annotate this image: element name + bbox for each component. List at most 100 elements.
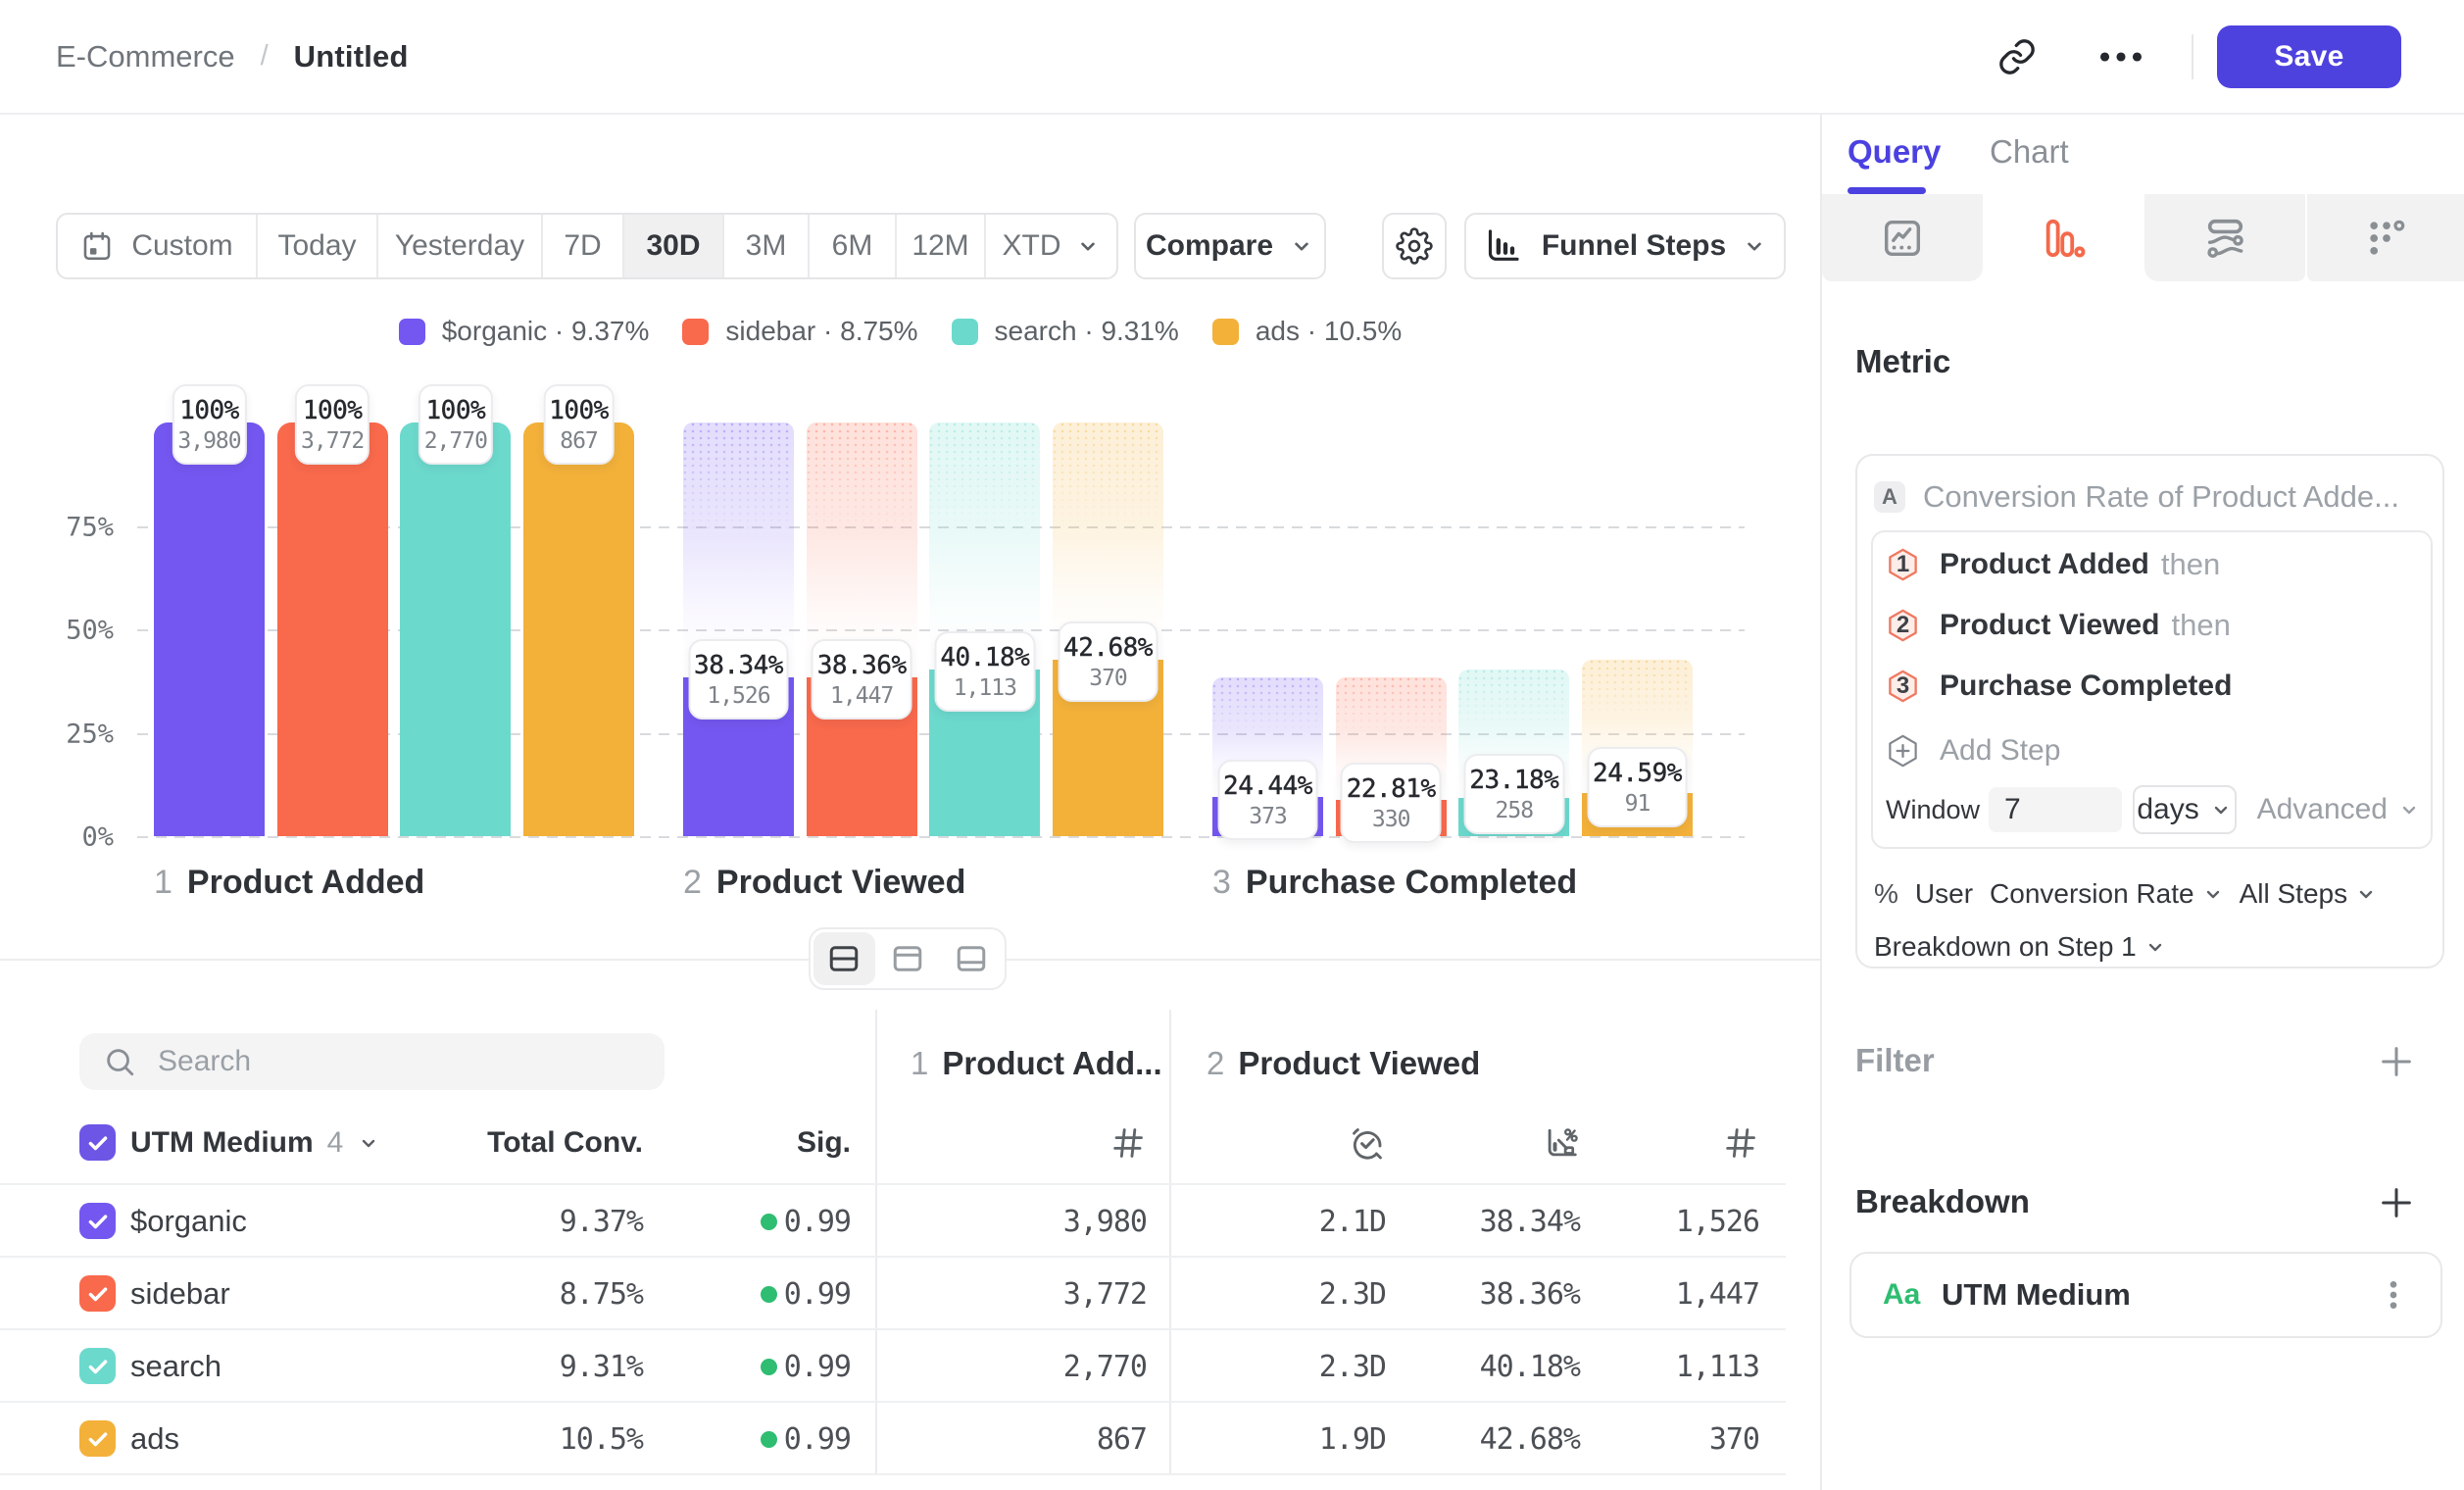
sig-value: 0.99 (784, 1185, 851, 1258)
retention-icon (2364, 216, 2409, 261)
view-tab-insights[interactable] (1822, 194, 1983, 281)
funnel-step-label: 2Product Viewed (683, 864, 965, 902)
bar-count: 373 (1223, 803, 1312, 831)
table-step2-header: 2 Product Viewed (1207, 1045, 1480, 1082)
funnel-bar[interactable] (277, 422, 388, 836)
metric-step-row[interactable]: 3Purchase Completed (1886, 667, 2232, 706)
breadcrumb-project[interactable]: E-Commerce (56, 39, 235, 74)
search-input[interactable]: Search (79, 1033, 665, 1090)
sig-column-header[interactable]: Sig. (797, 1103, 851, 1183)
funnel-step-label: 1 Product Added (154, 864, 424, 902)
metric-step-row[interactable]: 1Product Addedthen (1886, 545, 2220, 584)
advanced-toggle[interactable]: Advanced (2257, 793, 2421, 826)
active-tab-underline (1848, 187, 1926, 194)
table-row[interactable]: search9.31%0.992,7702.3D40.18%1,113 (0, 1328, 1786, 1401)
bar-count: 1,447 (817, 682, 907, 711)
kebab-menu-button[interactable] (2374, 1254, 2413, 1336)
funnel-bar[interactable] (154, 422, 265, 836)
bar-count: 330 (1347, 806, 1436, 834)
bar-percent: 24.59% (1593, 758, 1682, 790)
add-step-label: Add Step (1940, 734, 2060, 768)
measure-entity[interactable]: User (1915, 878, 1973, 910)
view-tab-retention[interactable] (2305, 194, 2464, 281)
metric-header: A Conversion Rate of Product Adde... (1874, 479, 2399, 515)
metric-step-name: Product Added (1940, 548, 2149, 581)
bar-percent: 22.81% (1347, 773, 1436, 806)
layout-panel-bottom-button[interactable] (940, 932, 1002, 985)
step-number: 3 (1212, 864, 1231, 902)
view-tab-flows[interactable] (2144, 194, 2305, 281)
y-axis-label: 25% (35, 719, 114, 749)
plus-icon (2377, 1183, 2416, 1222)
conv-rate-value: 40.18% (1480, 1330, 1580, 1403)
layout-panel-top-button[interactable] (877, 932, 939, 985)
metric-card[interactable]: A Conversion Rate of Product Adde... 1Pr… (1855, 454, 2444, 968)
report-title[interactable]: Untitled (294, 39, 409, 74)
layout-split-horizontal-button[interactable] (813, 932, 875, 985)
row-checkbox[interactable] (79, 1275, 116, 1312)
funnel-icon (2041, 216, 2086, 261)
row-checkbox[interactable] (79, 1420, 116, 1457)
window-value-input[interactable]: 7 (1989, 787, 2122, 832)
table-row[interactable]: ads10.5%0.998671.9D42.68%370 (0, 1401, 1786, 1473)
breakdown-property-name: UTM Medium (1942, 1254, 2131, 1336)
select-all-checkbox[interactable] (79, 1124, 116, 1161)
chevron-down-icon (2201, 882, 2225, 906)
tab-query[interactable]: Query (1848, 115, 1941, 189)
avg-time-value: 1.9D (1319, 1403, 1386, 1475)
bar-count: 370 (1063, 665, 1153, 693)
window-unit-select[interactable]: days (2133, 785, 2237, 834)
bar-value-label: 100%2,770 (419, 384, 493, 465)
add-filter-button[interactable] (2377, 1042, 2416, 1081)
metric-heading: Metric (1855, 343, 1950, 380)
bar-count: 91 (1593, 790, 1682, 819)
search-placeholder: Search (158, 1045, 251, 1078)
row-checkbox[interactable] (79, 1203, 116, 1239)
bar-value-label: 100%3,980 (172, 384, 246, 465)
add-breakdown-button[interactable] (2377, 1183, 2416, 1222)
breakdown-heading: Breakdown (1855, 1183, 2030, 1220)
significance-dot (761, 1286, 777, 1303)
breakdown-on-row[interactable]: Breakdown on Step 1 (1874, 925, 2182, 968)
gridline (137, 836, 1745, 838)
group-column-header[interactable]: UTM Medium4 (130, 1103, 380, 1183)
step1-count: 2,770 (1063, 1330, 1147, 1403)
layout-toggle (809, 927, 1007, 990)
total-conv-value: 9.31% (560, 1330, 643, 1403)
breakdown-property-card[interactable]: Aa UTM Medium (1849, 1252, 2442, 1338)
funnel-bar[interactable] (400, 422, 511, 836)
step-number: 2 (683, 864, 702, 902)
step2-count: 1,526 (1676, 1185, 1759, 1258)
funnel-chart: 0%25%50%75%100%3,98038.34%1,52624.44%373… (0, 115, 1820, 959)
y-axis-label: 50% (35, 616, 114, 646)
then-connector: then (2172, 608, 2231, 643)
copy-link-button[interactable] (1986, 25, 2048, 88)
step-number: 1 (154, 864, 172, 902)
plus-hexagon-icon (1886, 731, 1920, 770)
add-step-button[interactable]: Add Step (1886, 731, 2060, 770)
top-bar: E-Commerce / Untitled Save (0, 0, 2464, 115)
table-row[interactable]: $organic9.37%0.993,9802.1D38.34%1,526 (0, 1183, 1786, 1256)
step-name: Product Added (187, 864, 424, 902)
save-button[interactable]: Save (2217, 25, 2401, 88)
tab-chart[interactable]: Chart (1990, 115, 2069, 189)
search-icon (103, 1045, 136, 1078)
bar-percent: 100% (424, 395, 487, 427)
bar-percent: 100% (549, 395, 609, 427)
table-row[interactable]: sidebar8.75%0.993,7722.3D38.36%1,447 (0, 1256, 1786, 1328)
funnel-bar[interactable] (523, 422, 634, 836)
metric-step-row[interactable]: 2Product Viewedthen (1886, 606, 2231, 645)
bar-percent: 38.34% (694, 650, 783, 682)
total-conv-value: 9.37% (560, 1185, 643, 1258)
total-conv-column-header[interactable]: Total Conv. (487, 1103, 643, 1183)
step1-count: 3,980 (1063, 1185, 1147, 1258)
topbar-divider (2192, 34, 2193, 79)
view-tab-funnel[interactable] (1983, 194, 2144, 281)
measure-metric[interactable]: Conversion Rate (1990, 878, 2194, 910)
more-options-button[interactable] (2090, 25, 2152, 88)
step2-count: 1,113 (1676, 1330, 1759, 1403)
measure-scope[interactable]: All Steps (2240, 878, 2348, 910)
row-checkbox[interactable] (79, 1348, 116, 1384)
hash-icon (1109, 1103, 1147, 1183)
step-number-badge: 2 (1886, 606, 1920, 645)
